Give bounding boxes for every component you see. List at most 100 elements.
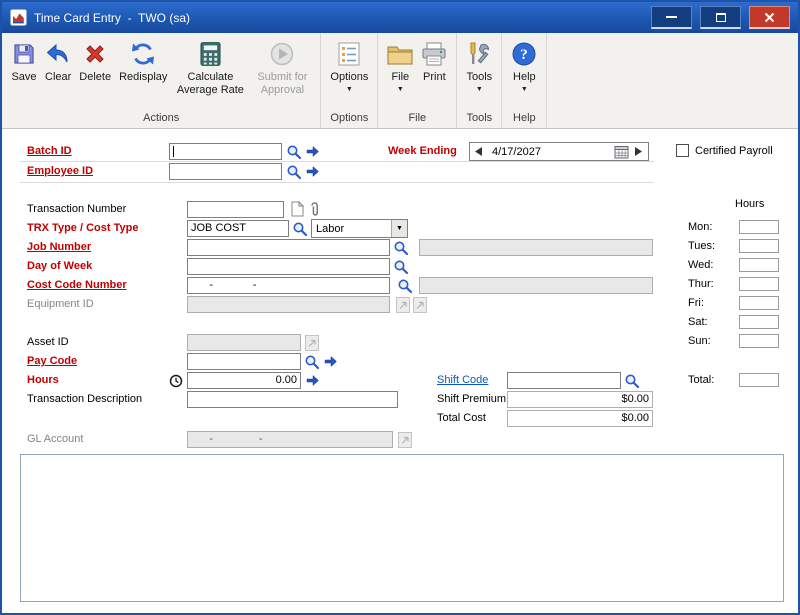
certified-payroll-checkbox[interactable] [676,144,689,157]
minimize-button[interactable] [651,6,692,29]
clear-button[interactable]: Clear [41,37,75,86]
next-date-button[interactable] [630,143,648,160]
maximize-button[interactable] [700,6,741,29]
day-label-sun: Sun: [688,335,711,347]
new-transaction-button[interactable] [288,200,306,217]
shift-code-lookup-button[interactable] [623,372,641,389]
row-separator [20,161,654,162]
tools-button[interactable]: Tools ▼ [462,37,496,95]
magnifier-icon [393,240,409,256]
toolbar: Save Clear Delete [2,33,798,129]
batch-id-input[interactable] [169,143,282,160]
pay-code-label[interactable]: Pay Code [27,355,77,367]
week-ending-label: Week Ending [388,145,457,157]
cost-code-lookup-button[interactable] [396,277,414,294]
options-list-icon [337,39,361,69]
cost-code-number-label[interactable]: Cost Code Number [27,279,127,291]
trx-type-input[interactable]: JOB COST [187,220,289,237]
job-number-lookup-button[interactable] [392,239,410,256]
batch-id-goto-button[interactable] [303,143,321,160]
window-controls [651,6,790,29]
equipment-id-field [187,296,390,313]
file-button[interactable]: File ▼ [383,37,417,95]
svg-text:?: ? [521,47,529,63]
transaction-description-input[interactable] [187,391,398,408]
expansion-icon [305,335,319,351]
transaction-number-input[interactable] [187,201,284,218]
toolbar-group-actions: Save Clear Delete [2,33,321,128]
shift-code-input[interactable] [507,372,621,389]
equipment-id-lookup-button-disabled [394,296,412,313]
goto-arrow-icon [305,164,320,179]
calendar-button[interactable] [612,143,630,160]
delete-icon [82,39,108,69]
dropdown-caret-icon: ▼ [521,86,528,93]
pay-code-goto-button[interactable] [321,353,339,370]
redisplay-icon [130,39,156,69]
pay-code-lookup-button[interactable] [303,353,321,370]
employee-id-lookup-button[interactable] [285,163,303,180]
gl-account-label: GL Account [27,433,83,445]
hours-total-label: Total: [688,374,714,386]
employee-id-goto-button[interactable] [303,163,321,180]
help-icon: ? [511,39,537,69]
previous-date-icon [475,147,483,156]
calculate-average-rate-button[interactable]: Calculate Average Rate [171,37,249,99]
day-label-tues: Tues: [688,240,715,252]
attachment-button[interactable] [305,200,323,217]
hours-goto-button[interactable] [303,372,321,389]
app-icon [10,9,27,26]
batch-id-label[interactable]: Batch ID [27,145,72,157]
hours-time-expansion-button[interactable] [168,372,184,389]
asset-id-label: Asset ID [27,336,69,348]
print-button[interactable]: Print [417,37,451,86]
goto-arrow-icon [305,144,320,159]
window-title: Time Card Entry - TWO (sa) [34,11,190,25]
day-label-sat: Sat: [688,316,708,328]
expansion-icon [413,297,427,313]
dropdown-arrow-icon[interactable]: ▼ [391,220,407,237]
week-ending-value[interactable]: 4/17/2027 [488,146,612,158]
previous-date-button[interactable] [470,143,488,160]
text-caret [173,146,174,157]
shift-code-label[interactable]: Shift Code [437,374,488,386]
transaction-number-label: Transaction Number [27,203,126,215]
day-hours-tues [739,239,779,253]
employee-id-label[interactable]: Employee ID [27,165,93,177]
day-of-week-input[interactable] [187,258,390,275]
day-label-mon: Mon: [688,221,712,233]
gl-account-expansion-button-disabled [396,431,414,448]
dropdown-caret-icon: ▼ [346,86,353,93]
delete-button[interactable]: Delete [75,37,115,86]
hours-input[interactable]: 0.00 [187,372,301,389]
toolbar-group-options: Options ▼ Options [321,33,378,128]
job-number-input[interactable] [187,239,390,256]
close-button[interactable] [749,6,790,29]
day-of-week-label: Day of Week [27,260,92,272]
pay-code-input[interactable] [187,353,301,370]
day-label-wed: Wed: [688,259,713,271]
job-number-label[interactable]: Job Number [27,241,91,253]
help-button[interactable]: ? Help ▼ [507,37,541,95]
transaction-list-area[interactable] [20,454,784,602]
redisplay-button[interactable]: Redisplay [115,37,171,86]
trx-type-lookup-button[interactable] [291,220,309,237]
options-button[interactable]: Options ▼ [326,37,372,95]
toolbar-group-label-tools: Tools [457,111,501,128]
toolbar-group-help: ? Help ▼ Help [502,33,547,128]
calendar-icon [614,145,629,159]
employee-id-input[interactable] [169,163,282,180]
paperclip-icon [309,201,320,217]
new-document-icon [290,201,304,217]
gl-account-field: - - [187,431,393,448]
save-button[interactable]: Save [7,37,41,86]
batch-id-lookup-button[interactable] [285,143,303,160]
clock-icon [169,374,183,388]
hours-label: Hours [27,374,59,386]
magnifier-icon [397,278,413,294]
cost-code-number-input[interactable]: - - [187,277,390,294]
clear-icon [45,39,71,69]
cost-type-dropdown[interactable]: Labor ▼ [311,219,408,238]
tools-icon [466,39,492,69]
day-of-week-lookup-button[interactable] [392,258,410,275]
